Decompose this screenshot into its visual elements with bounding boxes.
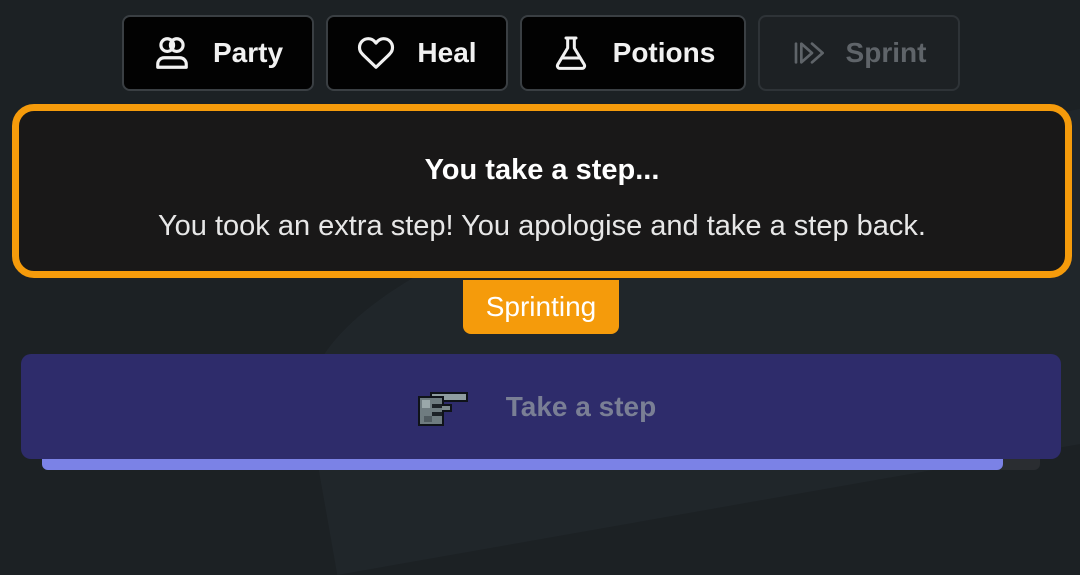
message-body: You took an extra step! You apologise an… bbox=[157, 210, 926, 242]
fast-forward-icon bbox=[792, 37, 824, 69]
party-button[interactable]: Party bbox=[122, 15, 314, 91]
step-progress-fill bbox=[42, 459, 1004, 470]
users-icon bbox=[153, 34, 191, 72]
take-step-label: Take a step bbox=[505, 390, 657, 422]
pointing-hand-icon bbox=[417, 386, 472, 428]
heal-button[interactable]: Heal bbox=[326, 15, 508, 91]
sprint-label: Sprint bbox=[845, 37, 927, 68]
toolbar: Party Heal Potions Sprint bbox=[0, 0, 1080, 100]
step-progress-bar bbox=[42, 459, 1040, 470]
message-panel: You take a step... You took an extra ste… bbox=[12, 104, 1072, 278]
potions-label: Potions bbox=[612, 37, 716, 68]
sprint-button[interactable]: Sprint bbox=[758, 15, 960, 91]
potions-button[interactable]: Potions bbox=[520, 15, 746, 91]
heart-icon bbox=[357, 34, 395, 72]
party-label: Party bbox=[212, 37, 284, 68]
flask-icon bbox=[551, 33, 591, 73]
take-step-button[interactable]: Take a step bbox=[21, 354, 1061, 459]
message-title: You take a step... bbox=[424, 154, 660, 186]
status-badge: Sprinting bbox=[463, 280, 619, 334]
heal-label: Heal bbox=[417, 37, 477, 68]
